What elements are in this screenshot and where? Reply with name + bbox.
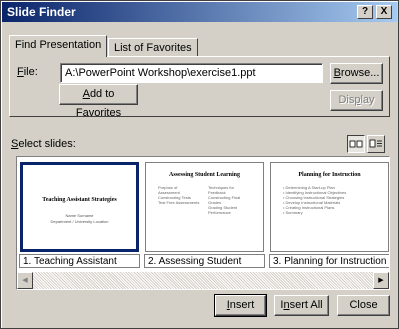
scroll-track[interactable]: [33, 272, 373, 289]
slide-caption-2[interactable]: 2. Assessing Student: [144, 254, 265, 268]
thumb-column-2: Techniques for Feedback Constructing Fin…: [208, 185, 241, 215]
thumb-title: Assessing Student Learning: [168, 172, 240, 178]
tab-list-of-favorites[interactable]: List of Favorites: [108, 38, 198, 58]
file-label: File:: [17, 66, 38, 78]
help-button[interactable]: ?: [357, 5, 373, 19]
slide-caption-1[interactable]: 1. Teaching Assistant: [19, 254, 140, 268]
slide-caption-3[interactable]: 3. Planning for Instruction: [269, 254, 389, 268]
browse-button[interactable]: Browse...: [330, 63, 383, 84]
slide-view-button[interactable]: [347, 135, 365, 153]
tab-label: Find Presentation: [15, 39, 102, 51]
tab-find-presentation[interactable]: Find Presentation: [9, 35, 108, 57]
title-list-button[interactable]: [367, 135, 385, 153]
slide-thumbnail-2[interactable]: Assessing Student Learning Purpose of As…: [145, 162, 264, 252]
slide-view-icon: [349, 140, 363, 148]
close-window-button[interactable]: X: [376, 5, 392, 19]
slide-thumbnail-3[interactable]: Planning for Instruction • Determining A…: [270, 162, 389, 252]
slides-list[interactable]: Teaching Assistant Strategies Name Surna…: [16, 156, 390, 290]
select-slides-label: Select slides:: [11, 138, 76, 150]
close-button[interactable]: Close: [337, 295, 390, 316]
scroll-left-button[interactable]: ◀: [17, 272, 33, 289]
thumb-column-1: Purpose of Assessment Constructing Tests…: [158, 185, 200, 205]
display-button[interactable]: Display: [330, 90, 383, 111]
thumb-subtitle: Department / University Location: [50, 219, 109, 224]
title-list-icon: [369, 139, 382, 148]
thumb-bullets: • Determining A Start-up Plan • Identify…: [283, 185, 347, 215]
thumb-subtitle: Name Surname: [65, 213, 94, 218]
horizontal-scrollbar[interactable]: ◀ ▶: [17, 272, 389, 289]
slide-thumbnail-1[interactable]: Teaching Assistant Strategies Name Surna…: [20, 162, 139, 252]
scroll-right-button[interactable]: ▶: [373, 272, 389, 289]
add-to-favorites-button[interactable]: Add to Favorites: [59, 84, 138, 119]
tab-label: List of Favorites: [114, 42, 192, 54]
slide-finder-dialog: Slide Finder ? X Find Presentation List …: [0, 0, 399, 329]
dialog-title: Slide Finder: [7, 5, 76, 19]
title-bar: Slide Finder ? X: [2, 2, 397, 22]
insert-button[interactable]: Insert: [214, 294, 267, 317]
file-path-input[interactable]: [60, 63, 323, 83]
insert-all-button[interactable]: Insert All: [274, 295, 329, 316]
thumb-title: Teaching Assistant Strategies: [42, 197, 117, 203]
thumb-title: Planning for Instruction: [298, 172, 361, 178]
